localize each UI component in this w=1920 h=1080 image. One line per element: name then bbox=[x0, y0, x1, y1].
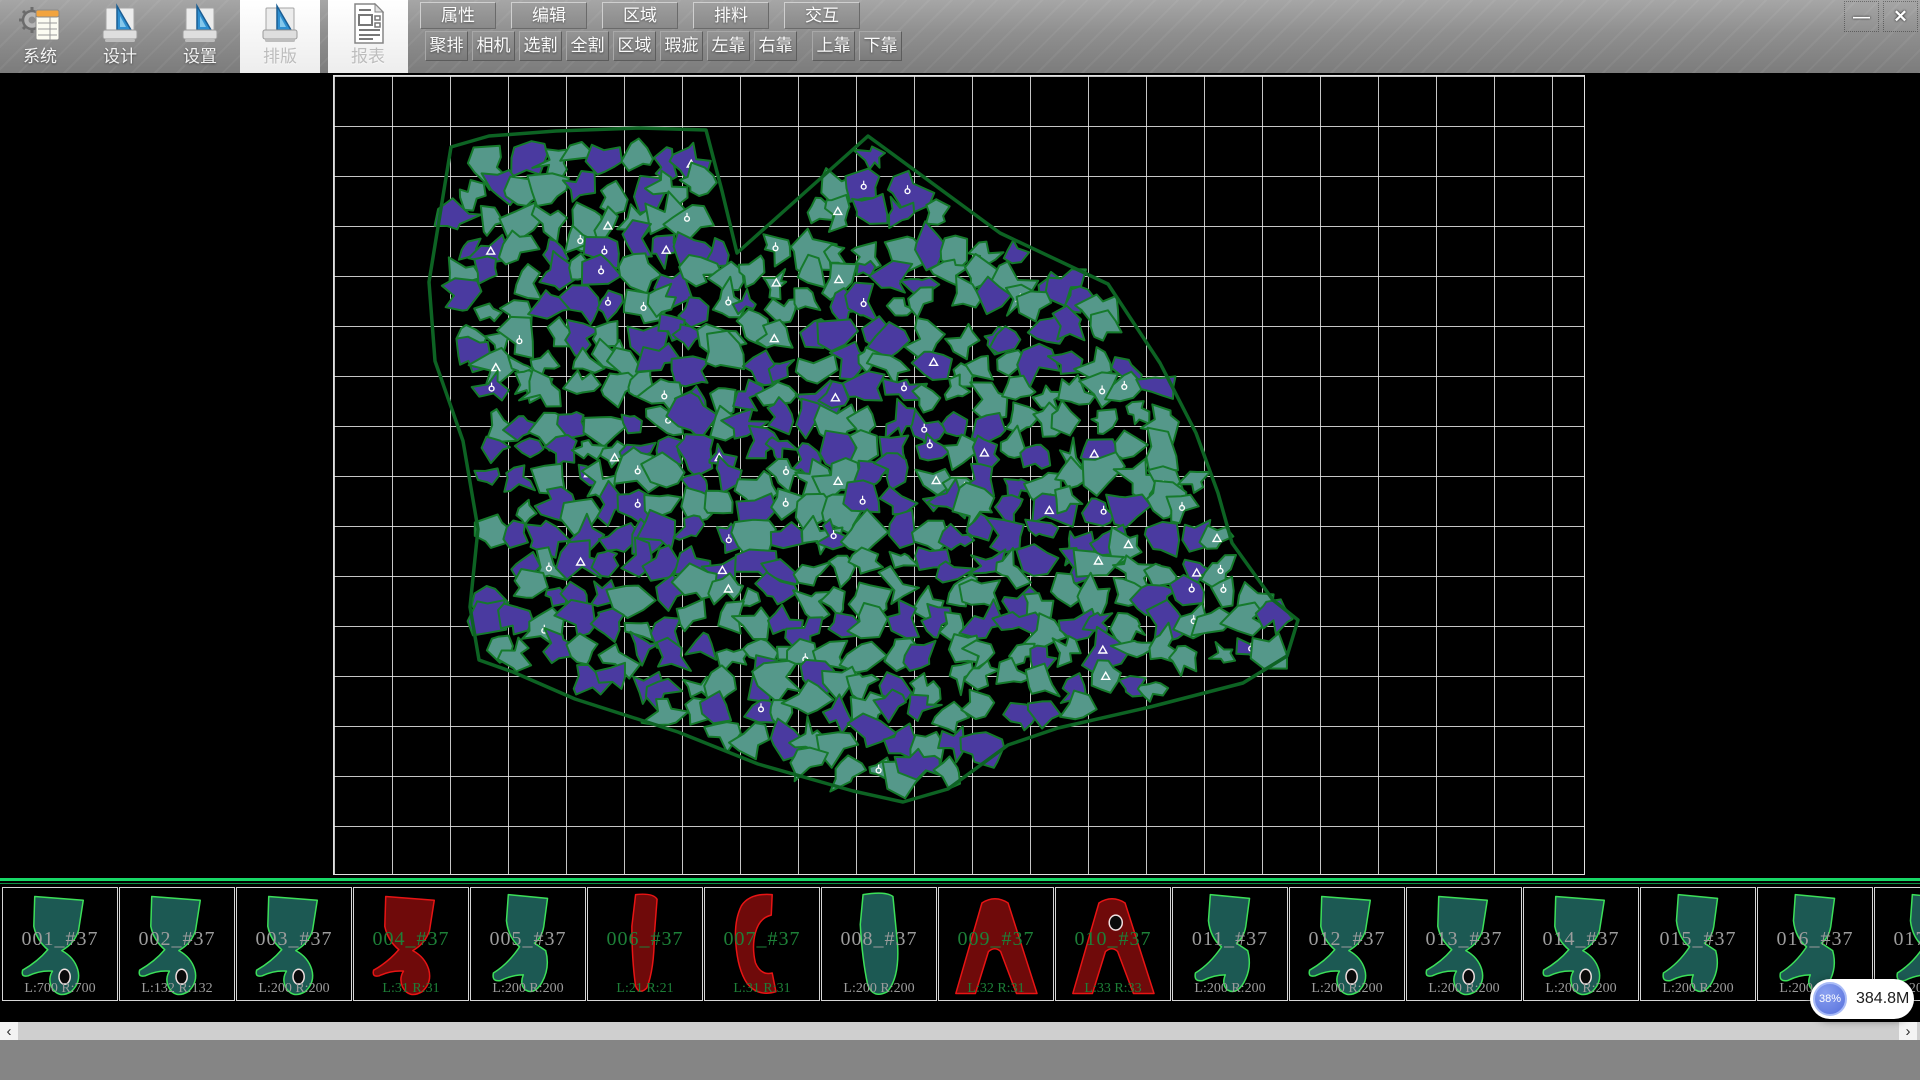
window-controls: — ✕ bbox=[1844, 1, 1918, 32]
tool-button-2[interactable]: 相机 bbox=[472, 31, 515, 61]
app-button-label: 排版 bbox=[240, 46, 320, 68]
tool-button-5[interactable]: 区域 bbox=[613, 31, 656, 61]
app-button-system[interactable]: 系统 bbox=[0, 0, 80, 73]
horizontal-scrollbar[interactable]: ‹ › bbox=[0, 1022, 1920, 1040]
system-icon bbox=[0, 2, 80, 46]
piece-lr-count: L:200 R:200 bbox=[1641, 981, 1755, 997]
piece-id-label: 007_#37 bbox=[705, 928, 819, 951]
menu-tab-3[interactable]: 区域 bbox=[602, 2, 678, 29]
piece-lr-count: L:700 R:700 bbox=[3, 981, 117, 997]
piece-thumbnail-list: 001_#37L:700 R:700002_#37L:132 R:132003_… bbox=[2, 887, 1920, 1001]
settings-icon bbox=[160, 2, 240, 46]
layout-icon bbox=[240, 2, 320, 46]
piece-lr-count: L:33 R:33 bbox=[1056, 981, 1170, 997]
piece-lr-count: L:200 R:200 bbox=[1407, 981, 1521, 997]
report-icon bbox=[328, 2, 408, 46]
piece-id-label: 013_#37 bbox=[1407, 928, 1521, 951]
piece-id-label: 010_#37 bbox=[1056, 928, 1170, 951]
app-button-label: 设置 bbox=[160, 46, 240, 68]
piece-thumbnail-015_#37[interactable]: 015_#37 L:200 R:200 bbox=[1640, 887, 1756, 1001]
tool-button-10[interactable]: 下靠 bbox=[859, 31, 902, 61]
piece-id-label: 001_#37 bbox=[3, 928, 117, 951]
piece-id-label: 017_#37 bbox=[1875, 928, 1920, 951]
menu-tab-5[interactable]: 交互 bbox=[784, 2, 860, 29]
progress-percent: 38% bbox=[1813, 982, 1847, 1016]
piece-lr-count: L:200 R:200 bbox=[237, 981, 351, 997]
piece-id-label: 006_#37 bbox=[588, 928, 702, 951]
piece-id-label: 009_#37 bbox=[939, 928, 1053, 951]
piece-thumbnail-004_#37[interactable]: 004_#37 L:31 R:31 bbox=[353, 887, 469, 1001]
piece-thumbnail-013_#37[interactable]: 013_#37 L:200 R:200 bbox=[1406, 887, 1522, 1001]
piece-thumbnail-strip: 001_#37L:700 R:700002_#37L:132 R:132003_… bbox=[0, 878, 1920, 1025]
nesting-canvas[interactable] bbox=[0, 73, 1920, 878]
piece-lr-count: L:200 R:200 bbox=[1524, 981, 1638, 997]
piece-id-label: 004_#37 bbox=[354, 928, 468, 951]
piece-lr-count: L:32 R:31 bbox=[939, 981, 1053, 997]
piece-lr-count: L:31 R:31 bbox=[354, 981, 468, 997]
main-toolbar: 系统设计设置排版报表 属性编辑区域排料交互 聚排相机选割全割区域瑕疵左靠右靠上靠… bbox=[0, 0, 1920, 74]
tool-button-6[interactable]: 瑕疵 bbox=[660, 31, 703, 61]
design-icon bbox=[80, 2, 160, 46]
app-button-label: 设计 bbox=[80, 46, 160, 68]
scroll-left-icon[interactable]: ‹ bbox=[0, 1022, 18, 1040]
piece-id-label: 005_#37 bbox=[471, 928, 585, 951]
menu-tab-row: 属性编辑区域排料交互 bbox=[420, 2, 860, 29]
nested-hide-drawing[interactable] bbox=[0, 73, 1920, 878]
tool-button-7[interactable]: 左靠 bbox=[707, 31, 750, 61]
tool-button-8[interactable]: 右靠 bbox=[754, 31, 797, 61]
menu-tab-1[interactable]: 属性 bbox=[420, 2, 496, 29]
app-button-group: 系统设计设置排版报表 bbox=[0, 0, 408, 73]
app-button-label: 系统 bbox=[0, 46, 80, 68]
piece-id-label: 012_#37 bbox=[1290, 928, 1404, 951]
minimize-button[interactable]: — bbox=[1844, 1, 1879, 32]
piece-lr-count: L:200 R:200 bbox=[471, 981, 585, 997]
piece-id-label: 003_#37 bbox=[237, 928, 351, 951]
piece-thumbnail-001_#37[interactable]: 001_#37 L:700 R:700 bbox=[2, 887, 118, 1001]
memory-usage: 384.8M bbox=[1856, 990, 1909, 1008]
app-button-report[interactable]: 报表 bbox=[328, 0, 408, 73]
app-window: 系统设计设置排版报表 属性编辑区域排料交互 聚排相机选割全割区域瑕疵左靠右靠上靠… bbox=[0, 0, 1920, 1080]
menu-tab-2[interactable]: 编辑 bbox=[511, 2, 587, 29]
piece-thumbnail-005_#37[interactable]: 005_#37 L:200 R:200 bbox=[470, 887, 586, 1001]
piece-thumbnail-003_#37[interactable]: 003_#37 L:200 R:200 bbox=[236, 887, 352, 1001]
piece-thumbnail-006_#37[interactable]: 006_#37 L:21 R:21 bbox=[587, 887, 703, 1001]
piece-id-label: 011_#37 bbox=[1173, 928, 1287, 951]
close-button[interactable]: ✕ bbox=[1883, 1, 1918, 32]
piece-thumbnail-014_#37[interactable]: 014_#37 L:200 R:200 bbox=[1523, 887, 1639, 1001]
piece-lr-count: L:200 R:200 bbox=[1290, 981, 1404, 997]
piece-thumbnail-002_#37[interactable]: 002_#37 L:132 R:132 bbox=[119, 887, 235, 1001]
tool-button-row: 聚排相机选割全割区域瑕疵左靠右靠上靠下靠 bbox=[425, 31, 902, 61]
strip-accent-line bbox=[0, 883, 1920, 884]
progress-badge[interactable]: 38% 384.8M bbox=[1810, 979, 1914, 1019]
piece-lr-count: L:21 R:21 bbox=[588, 981, 702, 997]
piece-thumbnail-012_#37[interactable]: 012_#37 L:200 R:200 bbox=[1289, 887, 1405, 1001]
scroll-right-icon[interactable]: › bbox=[1899, 1022, 1917, 1040]
piece-lr-count: L:31 R:31 bbox=[705, 981, 819, 997]
status-bar bbox=[0, 1040, 1920, 1080]
tool-button-9[interactable]: 上靠 bbox=[812, 31, 855, 61]
piece-thumbnail-011_#37[interactable]: 011_#37 L:200 R:200 bbox=[1172, 887, 1288, 1001]
app-button-settings[interactable]: 设置 bbox=[160, 0, 240, 73]
piece-lr-count: L:200 R:200 bbox=[822, 981, 936, 997]
piece-id-label: 015_#37 bbox=[1641, 928, 1755, 951]
app-button-layout[interactable]: 排版 bbox=[240, 0, 320, 73]
tool-button-3[interactable]: 选割 bbox=[519, 31, 562, 61]
menu-tab-4[interactable]: 排料 bbox=[693, 2, 769, 29]
piece-thumbnail-007_#37[interactable]: 007_#37 L:31 R:31 bbox=[704, 887, 820, 1001]
piece-thumbnail-010_#37[interactable]: 010_#37 L:33 R:33 bbox=[1055, 887, 1171, 1001]
piece-id-label: 014_#37 bbox=[1524, 928, 1638, 951]
app-button-label: 报表 bbox=[328, 46, 408, 68]
piece-lr-count: L:200 R:200 bbox=[1173, 981, 1287, 997]
piece-id-label: 016_#37 bbox=[1758, 928, 1872, 951]
tool-button-1[interactable]: 聚排 bbox=[425, 31, 468, 61]
app-button-design[interactable]: 设计 bbox=[80, 0, 160, 73]
piece-thumbnail-009_#37[interactable]: 009_#37 L:32 R:31 bbox=[938, 887, 1054, 1001]
piece-id-label: 002_#37 bbox=[120, 928, 234, 951]
piece-id-label: 008_#37 bbox=[822, 928, 936, 951]
tool-button-4[interactable]: 全割 bbox=[566, 31, 609, 61]
piece-thumbnail-008_#37[interactable]: 008_#37 L:200 R:200 bbox=[821, 887, 937, 1001]
piece-lr-count: L:132 R:132 bbox=[120, 981, 234, 997]
